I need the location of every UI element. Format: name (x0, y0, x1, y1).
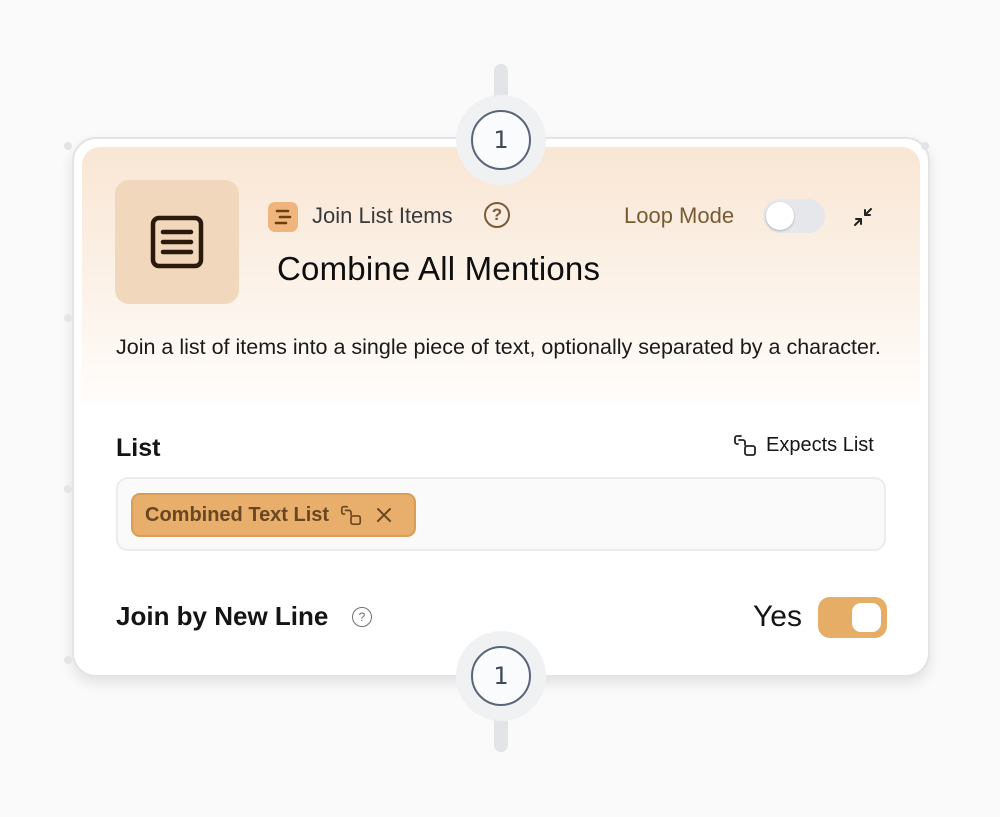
join-new-line-label: Join by New Line (116, 601, 329, 631)
step-number: 1 (471, 646, 531, 706)
step-badge-bottom[interactable]: 1 (456, 631, 546, 721)
collapse-icon[interactable] (850, 204, 876, 230)
close-icon[interactable] (373, 504, 395, 526)
resize-handle[interactable] (64, 485, 72, 493)
toggle-value-label: Yes (753, 600, 802, 633)
help-circle-icon[interactable]: ? (484, 202, 510, 228)
resize-handle[interactable] (64, 656, 72, 664)
list-icon (268, 202, 298, 232)
loop-mode-label: Loop Mode (624, 203, 735, 228)
step-number: 1 (471, 110, 531, 170)
node-icon-tile (115, 180, 239, 304)
toggle-knob (852, 603, 881, 632)
node-type-label: Join List Items (312, 203, 453, 228)
workflow-canvas: 1 1 Join List Items ? Loop Mode Combine … (0, 0, 1000, 817)
resize-handle[interactable] (64, 314, 72, 322)
loop-mode-toggle[interactable] (763, 199, 825, 233)
expects-list-indicator: Expects List (732, 432, 874, 458)
expects-list-label: Expects List (766, 433, 874, 456)
list-input[interactable]: Combined Text List (116, 477, 886, 551)
chip-label: Combined Text List (145, 503, 330, 526)
join-new-line-toggle[interactable] (818, 597, 887, 638)
list-link-icon (341, 505, 362, 526)
node-description: Join a list of items into a single piece… (116, 335, 881, 359)
variable-chip[interactable]: Combined Text List (131, 493, 416, 537)
list-field-label: List (116, 434, 161, 462)
help-circle-icon[interactable]: ? (352, 607, 372, 627)
text-lines-icon (150, 215, 204, 269)
resize-handle[interactable] (921, 142, 929, 150)
list-link-icon (734, 435, 756, 456)
toggle-knob (766, 202, 794, 230)
step-badge-top[interactable]: 1 (456, 95, 546, 185)
resize-handle[interactable] (64, 142, 72, 150)
node-title[interactable]: Combine All Mentions (277, 250, 600, 288)
